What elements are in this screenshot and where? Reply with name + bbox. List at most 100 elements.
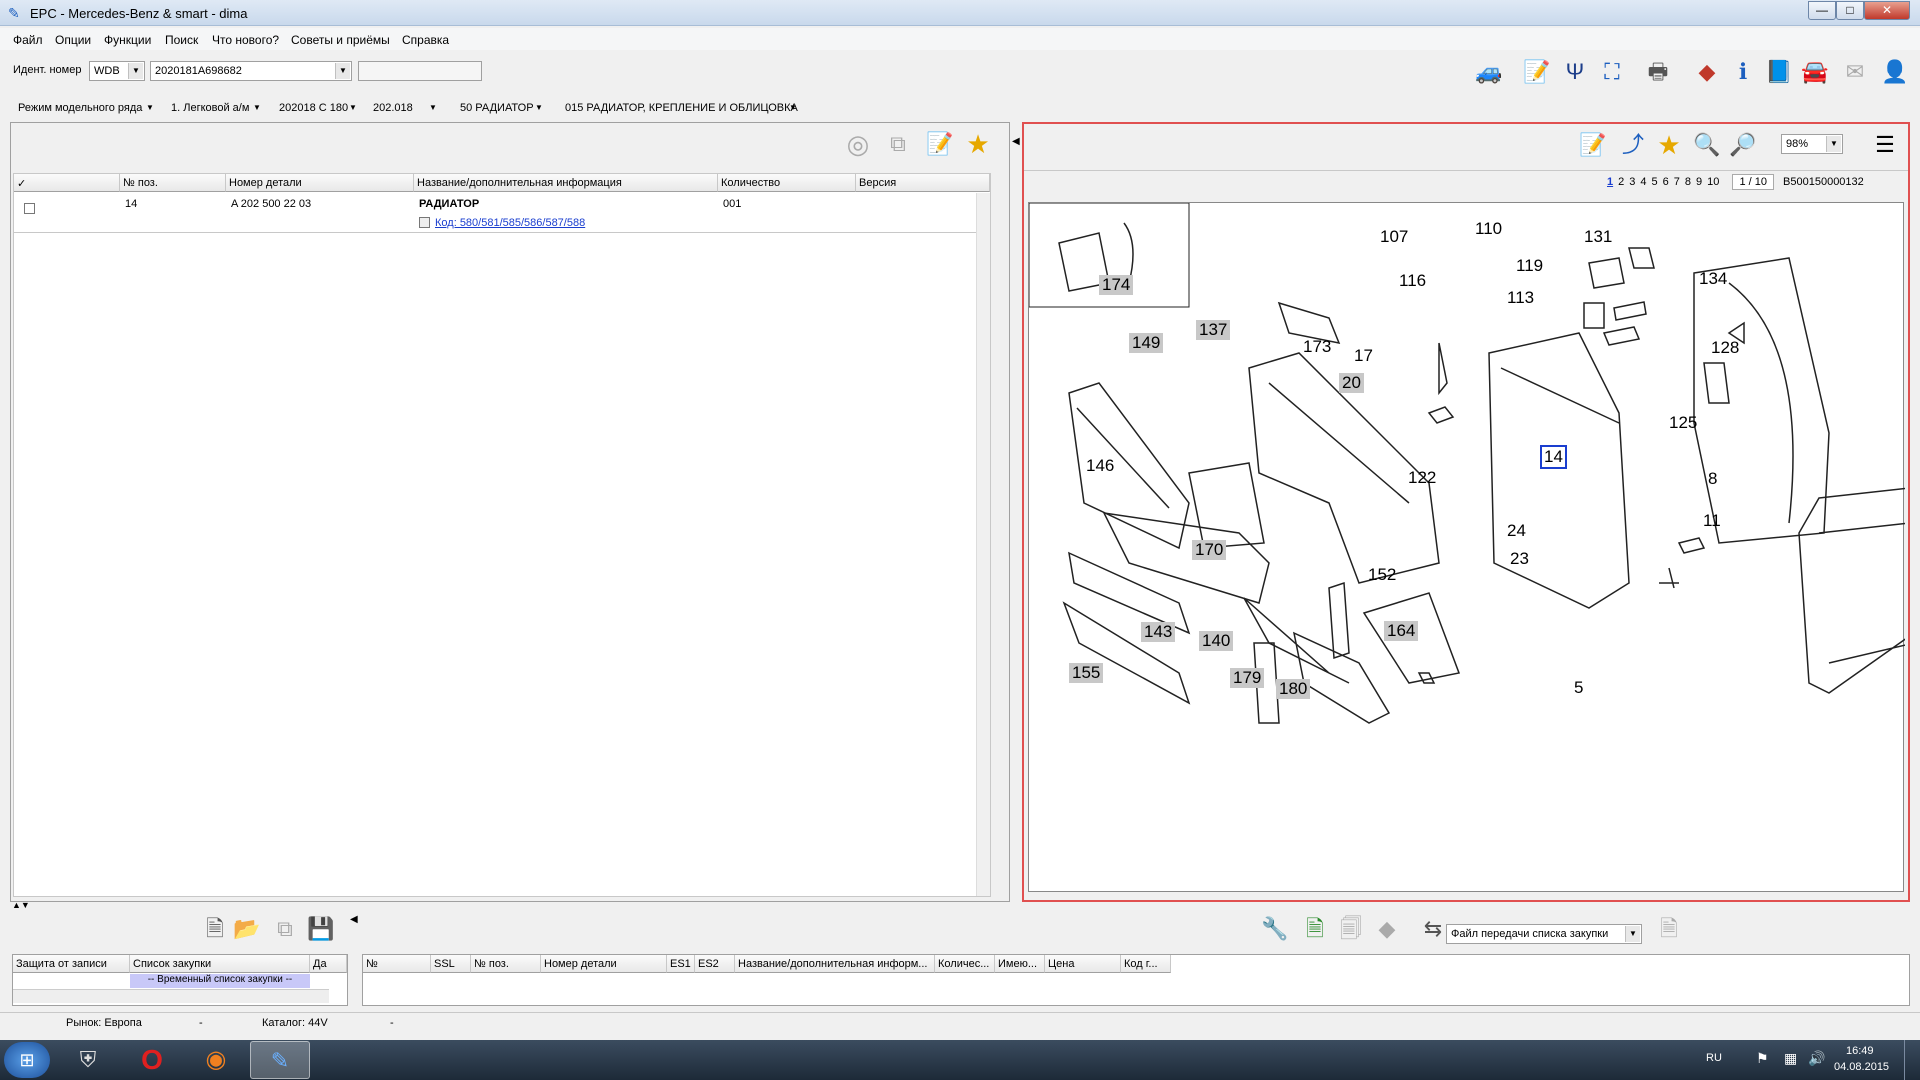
callout-20[interactable]: 20 bbox=[1339, 373, 1364, 393]
callout-119[interactable]: 119 bbox=[1516, 256, 1543, 276]
callout-134[interactable]: 134 bbox=[1699, 269, 1727, 289]
collapse-arrow-icon[interactable]: ◀ bbox=[350, 914, 358, 925]
col-es2[interactable]: ES2 bbox=[695, 955, 735, 973]
open-folder-icon[interactable]: 📂 bbox=[232, 914, 262, 944]
col-es1[interactable]: ES1 bbox=[667, 955, 695, 973]
row-code-link[interactable]: Код: 580/581/585/586/587/588 bbox=[435, 217, 585, 229]
page-link-10[interactable]: 10 bbox=[1707, 176, 1719, 188]
save-icon[interactable]: 💾 bbox=[306, 914, 336, 944]
language-indicator[interactable]: RU bbox=[1706, 1052, 1722, 1064]
horizontal-scrollbar[interactable] bbox=[13, 989, 329, 1003]
table-row[interactable]: 14 A 202 500 22 03 РАДИАТОР Код: 580/581… bbox=[14, 193, 990, 233]
menu-options[interactable]: Опции bbox=[55, 33, 91, 47]
parts-diagram[interactable]: 174 107 110 131 119 116 113 134 149 137 … bbox=[1028, 202, 1905, 892]
opera-icon[interactable]: O bbox=[122, 1041, 182, 1079]
callout-140[interactable]: 140 bbox=[1199, 631, 1234, 651]
zoom-out-icon[interactable]: 🔎 bbox=[1728, 130, 1758, 160]
breadcrumb-engine[interactable]: 202.018 bbox=[373, 102, 413, 114]
trident-icon[interactable]: Ψ bbox=[1560, 57, 1590, 87]
flag-icon[interactable]: ⚑ bbox=[1756, 1050, 1769, 1067]
close-button[interactable]: ✕ bbox=[1864, 1, 1910, 20]
document-icon[interactable]: 🗐 bbox=[1336, 914, 1366, 944]
page-link-1[interactable]: 1 bbox=[1607, 176, 1613, 188]
edit-notes-icon[interactable]: 📝 bbox=[1522, 57, 1552, 87]
callout-149[interactable]: 149 bbox=[1129, 333, 1164, 353]
col-write-protect[interactable]: Защита от записи bbox=[13, 955, 130, 973]
tanks-app-icon[interactable]: ⛨ bbox=[58, 1041, 118, 1079]
page-link-3[interactable]: 3 bbox=[1629, 176, 1635, 188]
page-link-6[interactable]: 6 bbox=[1663, 176, 1669, 188]
chevron-down-icon[interactable]: ▼ bbox=[429, 103, 437, 112]
maximize-button[interactable]: □ bbox=[1836, 1, 1864, 20]
menu-functions[interactable]: Функции bbox=[104, 33, 151, 47]
chevron-down-icon[interactable]: ▼ bbox=[253, 103, 261, 112]
callout-143[interactable]: 143 bbox=[1141, 622, 1176, 642]
scrollbar[interactable] bbox=[976, 193, 990, 896]
page-link-9[interactable]: 9 bbox=[1696, 176, 1702, 188]
ident-extra-field[interactable] bbox=[358, 61, 482, 81]
vehicle-icon[interactable]: 🚙 bbox=[1474, 57, 1504, 87]
minimize-button[interactable]: — bbox=[1808, 1, 1836, 20]
row-checkbox[interactable] bbox=[24, 203, 35, 214]
col-name[interactable]: Название/дополнительная информация bbox=[414, 174, 718, 192]
col-version[interactable]: Версия bbox=[856, 174, 990, 192]
book-icon[interactable]: 📘 bbox=[1764, 57, 1794, 87]
breadcrumb-subgroup[interactable]: 015 РАДИАТОР, КРЕПЛЕНИЕ И ОБЛИЦОВКА bbox=[565, 102, 798, 114]
callout-131[interactable]: 131 bbox=[1584, 227, 1612, 247]
export-icon[interactable]: ⤴ bbox=[1618, 130, 1648, 160]
eraser-icon[interactable]: ◆ bbox=[1372, 914, 1402, 944]
col-pos[interactable]: № поз. bbox=[120, 174, 226, 192]
menu-help[interactable]: Справка bbox=[402, 33, 449, 47]
firefox-icon[interactable]: ◉ bbox=[186, 1041, 246, 1079]
chevron-down-icon[interactable]: ▼ bbox=[789, 103, 797, 112]
col-check[interactable]: ✓ bbox=[14, 174, 120, 192]
callout-11[interactable]: 11 bbox=[1703, 511, 1721, 531]
callout-14-selected[interactable]: 14 bbox=[1540, 445, 1567, 469]
col-pos[interactable]: № поз. bbox=[471, 955, 541, 973]
copy-icon[interactable]: ⧉ bbox=[270, 914, 300, 944]
callout-23[interactable]: 23 bbox=[1510, 549, 1529, 569]
clock-time[interactable]: 16:49 bbox=[1846, 1045, 1874, 1057]
col-quantity[interactable]: Количес... bbox=[935, 955, 995, 973]
callout-146[interactable]: 146 bbox=[1086, 456, 1114, 476]
info-icon[interactable]: ℹ bbox=[1728, 57, 1758, 87]
fullscreen-icon[interactable]: ⛶ bbox=[1597, 57, 1627, 87]
callout-180[interactable]: 180 bbox=[1276, 679, 1311, 699]
chevron-down-icon[interactable]: ▼ bbox=[535, 103, 543, 112]
add-to-cart-icon[interactable]: 🗎 bbox=[1300, 914, 1330, 944]
zoom-in-icon[interactable]: 🔍 bbox=[1692, 130, 1722, 160]
callout-113[interactable]: 113 bbox=[1507, 288, 1534, 308]
collapse-arrow-icon[interactable]: ◀ bbox=[1012, 136, 1020, 147]
callout-179[interactable]: 179 bbox=[1230, 668, 1265, 688]
list-row[interactable]: -- Временный список закупки -- bbox=[130, 974, 310, 988]
chevron-down-icon[interactable]: ▼ bbox=[349, 103, 357, 112]
callout-173[interactable]: 173 bbox=[1303, 337, 1331, 357]
zoom-select[interactable]: 98% ▼ bbox=[1781, 134, 1843, 154]
list-view-icon[interactable]: ☰ bbox=[1870, 130, 1900, 160]
steering-wheel-icon[interactable]: ◎ bbox=[843, 129, 873, 159]
callout-24[interactable]: 24 bbox=[1507, 521, 1526, 541]
notes-icon[interactable]: 📝 bbox=[925, 129, 955, 159]
breadcrumb-group[interactable]: 50 РАДИАТОР bbox=[460, 102, 534, 114]
callout-170[interactable]: 170 bbox=[1192, 540, 1227, 560]
page-link-5[interactable]: 5 bbox=[1652, 176, 1658, 188]
breadcrumb-mode[interactable]: Режим модельного ряда bbox=[18, 102, 142, 114]
callout-5[interactable]: 5 bbox=[1574, 678, 1583, 698]
col-part-number[interactable]: Номер детали bbox=[541, 955, 667, 973]
callout-155[interactable]: 155 bbox=[1069, 663, 1104, 683]
callout-8[interactable]: 8 bbox=[1708, 469, 1717, 489]
col-ssl[interactable]: SSL bbox=[431, 955, 471, 973]
show-desktop-button[interactable] bbox=[1904, 1040, 1920, 1080]
edit-icon[interactable]: 📝 bbox=[1578, 130, 1608, 160]
chevron-down-icon[interactable]: ▼ bbox=[146, 103, 154, 112]
callout-107[interactable]: 107 bbox=[1380, 227, 1408, 247]
favorite-star-icon[interactable]: ★ bbox=[963, 129, 993, 159]
col-yes[interactable]: Да bbox=[310, 955, 347, 973]
user-icon[interactable]: 👤 bbox=[1880, 57, 1910, 87]
callout-137[interactable]: 137 bbox=[1196, 320, 1231, 340]
callout-116[interactable]: 116 bbox=[1399, 271, 1426, 291]
col-shopping-list[interactable]: Список закупки bbox=[130, 955, 310, 973]
volume-icon[interactable]: 🔊 bbox=[1808, 1050, 1825, 1067]
col-quantity[interactable]: Количество bbox=[718, 174, 856, 192]
callout-17[interactable]: 17 bbox=[1354, 346, 1373, 366]
